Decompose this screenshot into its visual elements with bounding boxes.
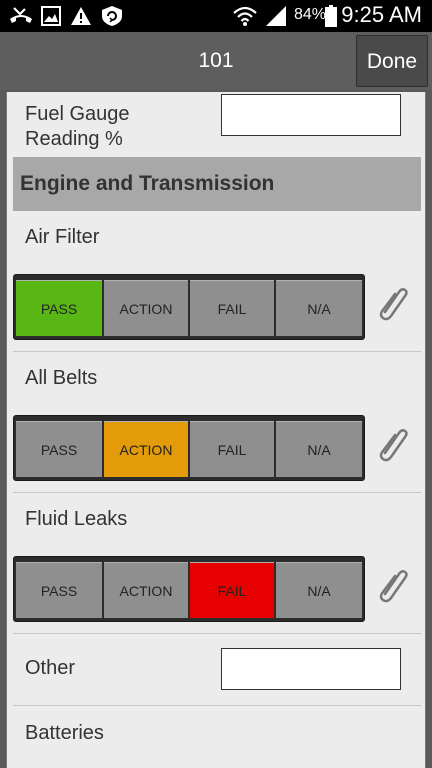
- paperclip-icon[interactable]: [373, 423, 413, 463]
- battery-percent: 84%: [294, 6, 327, 23]
- other-input[interactable]: [221, 648, 401, 690]
- paperclip-icon[interactable]: [373, 282, 413, 322]
- all-belts-action-button[interactable]: ACTION: [104, 421, 188, 477]
- other-label: Other: [25, 657, 76, 679]
- all-belts-rating-group: PASS ACTION FAIL N/A: [13, 415, 365, 481]
- inspection-form: Fuel Gauge Reading % Engine and Transmis…: [6, 92, 426, 768]
- signal-icon: [266, 6, 286, 26]
- all-belts-na-button[interactable]: N/A: [276, 421, 362, 477]
- fluid-leaks-rating-group: PASS ACTION FAIL N/A: [13, 556, 365, 622]
- battery-icon: [325, 5, 337, 27]
- wifi-icon: [233, 6, 257, 26]
- all-belts-pass-button[interactable]: PASS: [16, 421, 102, 477]
- missed-call-icon: [10, 7, 32, 23]
- fuel-gauge-label: Fuel Gauge Reading %: [25, 103, 130, 150]
- item-label-all-belts: All Belts: [25, 367, 98, 389]
- fluid-leaks-action-button[interactable]: ACTION: [104, 562, 188, 618]
- paperclip-icon[interactable]: [373, 564, 413, 604]
- clock: 9:25 AM: [341, 2, 422, 27]
- image-icon: [41, 6, 61, 26]
- done-button[interactable]: Done: [356, 35, 428, 87]
- section-header: Engine and Transmission: [13, 157, 421, 211]
- item-label-air-filter: Air Filter: [25, 226, 100, 248]
- app-header: 101 Done: [0, 32, 432, 90]
- fluid-leaks-na-button[interactable]: N/A: [276, 562, 362, 618]
- shield-sync-icon: [102, 6, 122, 26]
- fluid-leaks-fail-button[interactable]: FAIL: [190, 562, 274, 618]
- fuel-gauge-input[interactable]: [221, 94, 401, 136]
- fluid-leaks-pass-button[interactable]: PASS: [16, 562, 102, 618]
- air-filter-na-button[interactable]: N/A: [276, 280, 362, 336]
- item-label-fluid-leaks: Fluid Leaks: [25, 508, 128, 530]
- divider: [13, 351, 421, 352]
- air-filter-fail-button[interactable]: FAIL: [190, 280, 274, 336]
- divider: [13, 633, 421, 634]
- divider: [13, 705, 421, 706]
- status-bar: 84% 9:25 AM: [0, 0, 432, 32]
- item-label-batteries: Batteries: [25, 722, 104, 744]
- warning-icon: [71, 7, 91, 25]
- air-filter-rating-group: PASS ACTION FAIL N/A: [13, 274, 365, 340]
- divider: [13, 492, 421, 493]
- all-belts-fail-button[interactable]: FAIL: [190, 421, 274, 477]
- air-filter-pass-button[interactable]: PASS: [16, 280, 102, 336]
- air-filter-action-button[interactable]: ACTION: [104, 280, 188, 336]
